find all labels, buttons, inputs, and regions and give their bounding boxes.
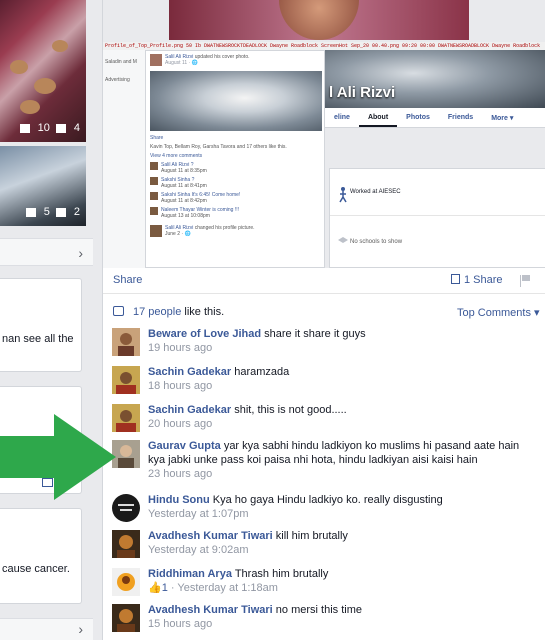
likes-summary: 17 people like this. Top Comments ▾ (103, 300, 545, 322)
photo-thumbnail-2[interactable]: 5 2 (0, 146, 86, 226)
embedded-post-header: Salil Ali Rizvi updated his cover photo.… (150, 54, 250, 66)
embedded-comment: Salil Ali Rizvi ? August 11 at 8:35pm (150, 162, 322, 174)
comment-text: haramzada (234, 366, 290, 378)
left-post-card-3: cause cancer. (0, 508, 82, 604)
left-card-3-text: cause cancer. (2, 563, 70, 575)
comment-time[interactable]: Yesterday at 9:02am (148, 543, 538, 558)
left-column: 10 4 5 2 › nan see all the 2 cause cance… (0, 0, 93, 640)
embedded-share-label: Share (150, 135, 164, 141)
embedded-comment: Sakshi Sinha It's 6:45! Come home! August… (150, 192, 322, 204)
comment-author[interactable]: Beware of Love Jihad (148, 328, 261, 340)
like-icon (19, 123, 30, 133)
comment-time[interactable]: 15 hours ago (148, 617, 538, 632)
chevron-right-icon[interactable]: › (78, 621, 83, 637)
person-walking-icon (339, 187, 347, 203)
embedded-more-comments: View 4 more comments (150, 153, 203, 159)
photo-1-stats: 10 4 (19, 122, 80, 134)
left-card-1-text: nan see all the (2, 333, 74, 345)
comment-icon (55, 207, 66, 217)
like-icon (25, 207, 36, 217)
avatar[interactable] (112, 568, 140, 596)
embedded-sidebar-item: Advertising (105, 77, 130, 83)
share-link[interactable]: Share (113, 274, 142, 286)
embedded-tab-about: About (358, 114, 398, 127)
arrow-right-icon (0, 414, 116, 500)
avatar[interactable] (112, 366, 140, 394)
embedded-tab-timeline: eline (334, 114, 350, 121)
embedded-worked-at: Worked at AIESEC (350, 189, 401, 195)
comment-author[interactable]: Avadhesh Kumar Tiwari (148, 530, 273, 542)
embedded-tab-friends: Friends (447, 114, 474, 121)
embedded-cover-photo (150, 71, 322, 131)
embedded-filename-bar: Profile_of_Top_Profile.png 50 Ib DWATNEW… (103, 42, 545, 50)
embedded-profile-cover: l Ali Rizvi (325, 50, 545, 108)
post-panel: Profile_of_Top_Profile.png 50 Ib DWATNEW… (102, 0, 545, 640)
avatar[interactable] (112, 328, 140, 356)
flag-icon[interactable] (520, 275, 530, 287)
photo-2-stats: 5 2 (25, 206, 80, 218)
comment-time[interactable]: 19 hours ago (148, 341, 538, 356)
comment-text: Kya ho gaya Hindu ladkiyo ko. really dis… (212, 494, 443, 506)
comment-icon (55, 123, 66, 133)
comment-like-count[interactable]: 👍1 (148, 582, 168, 594)
comment-time[interactable]: 23 hours ago (148, 467, 538, 482)
embedded-tab-more: More ▾ (491, 114, 514, 122)
comment-text: kill him brutally (275, 530, 348, 542)
chevron-right-icon[interactable]: › (78, 245, 83, 261)
comment-time[interactable]: Yesterday at 1:07pm (148, 507, 538, 522)
comment-author[interactable]: Gaurav Gupta (148, 440, 221, 452)
photo-2-comment-count: 2 (73, 206, 80, 218)
comment-text: share it share it guys (264, 328, 366, 340)
embedded-profile-tabs: eline About Photos Friends More ▾ (325, 108, 545, 128)
comment-author[interactable]: Sachin Gadekar (148, 366, 231, 378)
avatar[interactable] (112, 530, 140, 558)
comment-like-number: 1 (161, 582, 168, 594)
photo-1-like-count: 10 (37, 122, 50, 134)
comment-author[interactable]: Avadhesh Kumar Tiwari (148, 604, 273, 616)
left-bottom-divider: › (0, 618, 93, 640)
comment-author[interactable]: Sachin Gadekar (148, 404, 231, 416)
thumbs-up-icon (113, 306, 124, 316)
photo-thumbnail-1[interactable]: 10 4 (0, 0, 86, 142)
embedded-liked-by: Kavin Top, Bellam Roy, Garsha Tavora and… (150, 144, 287, 150)
avatar (150, 54, 162, 66)
post-actions-bar: Share 1 Share (103, 268, 545, 294)
top-comments-dropdown[interactable]: Top Comments ▾ (457, 306, 540, 319)
comment-text: no mersi this time (275, 604, 362, 616)
left-post-card-1: nan see all the (0, 278, 82, 372)
embedded-post-2: Salil Ali Rizvi changed his profile pict… (150, 225, 322, 237)
share-count[interactable]: 1 Share (451, 274, 503, 286)
school-icon (338, 237, 348, 243)
embedded-comment: Naleem Thayar Winter is coming !!! August… (150, 207, 322, 219)
comment-time[interactable]: Yesterday at 1:18am (177, 582, 278, 594)
embedded-comment: Sakshi Sinha ? August 11 at 8:41pm (150, 177, 322, 189)
embedded-cover-strip (169, 0, 469, 40)
embedded-profile: l Ali Rizvi eline About Photos Friends M… (325, 50, 545, 268)
embedded-feed: Salil Ali Rizvi updated his cover photo.… (145, 50, 325, 268)
embedded-tab-photos: Photos (406, 114, 430, 121)
embedded-screenshot[interactable]: Profile_of_Top_Profile.png 50 Ib DWATNEW… (103, 0, 545, 268)
embedded-left-sidebar: Saladin and M Advertising (103, 50, 145, 268)
likes-suffix: like this. (184, 306, 225, 318)
comment-author[interactable]: Hindu Sonu (148, 494, 210, 506)
embedded-about-box: Worked at AIESEC No schools to show (329, 168, 545, 268)
embedded-no-schools: No schools to show (350, 239, 403, 245)
embedded-post-action: updated his cover photo. (194, 54, 250, 60)
embedded-post-time: August 11 · 🌐 (165, 60, 198, 66)
photo-1-comment-count: 4 (73, 122, 80, 134)
avatar[interactable] (112, 604, 140, 632)
comment-text: shit, this is not good..... (234, 404, 347, 416)
share-count-text: 1 Share (464, 274, 503, 286)
comment-time[interactable]: 20 hours ago (148, 417, 538, 432)
share-icon (451, 274, 460, 284)
comment-time[interactable]: 18 hours ago (148, 379, 538, 394)
likes-count-link[interactable]: 17 people (133, 306, 181, 318)
embedded-profile-name: l Ali Rizvi (329, 84, 396, 101)
comment-text: Thrash him brutally (234, 568, 329, 580)
photo-2-like-count: 5 (43, 206, 50, 218)
comment-author[interactable]: Riddhiman Arya (148, 568, 232, 580)
embedded-sidebar-item: Saladin and M (105, 59, 137, 65)
thumbs-up-icon: 👍 (148, 582, 162, 594)
left-section-divider: › (0, 238, 93, 266)
